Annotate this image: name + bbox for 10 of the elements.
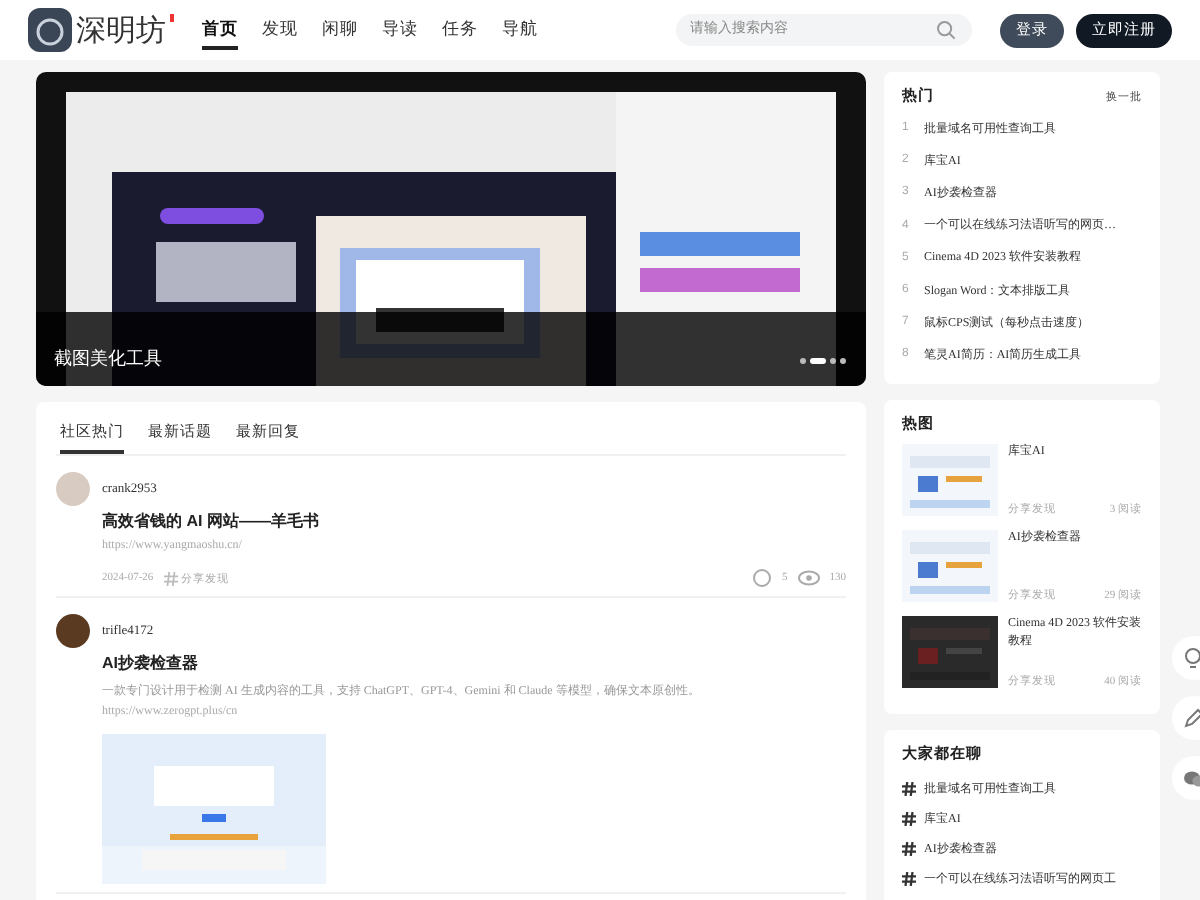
nav-tab[interactable]: 导航 xyxy=(502,10,538,50)
nav-tab[interactable]: 首页 xyxy=(202,10,238,50)
banner-caption: 截图美化工具 xyxy=(54,346,162,372)
logo-text[interactable]: 深明坊 xyxy=(76,11,166,49)
nav-tab[interactable]: 闲聊 xyxy=(322,10,358,50)
nav-tab[interactable]: 发现 xyxy=(262,10,298,50)
post-title[interactable]: 高效省钱的 AI 网站——羊毛书 xyxy=(102,510,319,532)
post-title[interactable]: AI抄袭检查器 xyxy=(102,652,198,674)
nav-tab[interactable]: 导读 xyxy=(382,10,418,50)
nav-tab[interactable]: 任务 xyxy=(442,10,478,50)
